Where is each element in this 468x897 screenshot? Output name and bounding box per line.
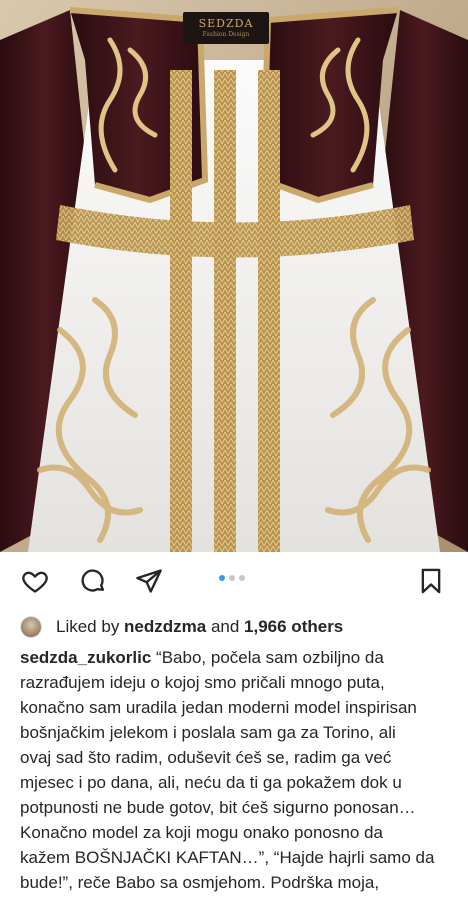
caption-line: ovaj sad što radim, oduševit ćeš se, rad…: [20, 748, 392, 767]
liker-avatar[interactable]: [20, 616, 42, 638]
caption-line: mjesec i po dana, ali, neću da ti ga pok…: [20, 773, 402, 792]
likes-others-link[interactable]: 1,966 others: [244, 617, 343, 637]
caption-line: konačno sam uradila jedan moderni model …: [20, 698, 417, 717]
kaftan-photo: [0, 0, 468, 552]
caption-username[interactable]: sedzda_zukorlic: [20, 648, 151, 667]
likes-middle: and: [206, 617, 245, 636]
caption-line: potpunosti ne bude gotov, bit ćeš sigurn…: [20, 798, 416, 817]
share-button[interactable]: [134, 566, 164, 596]
brand-label: SEDZDA: [198, 17, 254, 30]
heart-icon: [22, 571, 48, 593]
caption-line: sedzda_zukorlic “Babo, počela sam ozbilj…: [20, 645, 460, 670]
comment-button[interactable]: [78, 566, 108, 596]
carousel-dot: [239, 575, 245, 581]
brand-label-tag: SEDZDA Fashion Design: [183, 12, 269, 44]
caption-line: bude!”, reče Babo sa osmjehom. Podrška m…: [20, 873, 380, 892]
carousel-dot-active: [219, 575, 225, 581]
caption-line: kažem BOŠNJAČKI KAFTAN…”, “Hajde hajrli …: [20, 848, 435, 867]
caption-text: “Babo, počela sam ozbiljno da: [151, 648, 384, 667]
likes-row: Liked by nedzdzma and 1,966 others: [20, 614, 343, 640]
save-button[interactable]: [416, 566, 446, 596]
carousel-dot: [229, 575, 235, 581]
bookmark-icon: [421, 568, 441, 594]
caption-line: razrađujem ideju o kojoj smo pričali mno…: [20, 673, 385, 692]
liker-username[interactable]: nedzdzma: [124, 617, 206, 637]
send-icon: [136, 569, 162, 593]
comment-icon: [81, 569, 105, 592]
brand-sublabel: Fashion Design: [202, 31, 250, 38]
likes-prefix: Liked by: [56, 617, 125, 636]
like-button[interactable]: [20, 566, 50, 596]
carousel-indicator: [219, 575, 245, 581]
post-photo[interactable]: SEDZDA Fashion Design: [0, 0, 468, 552]
caption-line: bošnjačkim jelekom i poslala sam ga za T…: [20, 723, 396, 742]
caption-line: Konačno model za koji mogu onako ponosno…: [20, 823, 383, 842]
post-caption: sedzda_zukorlic “Babo, počela sam ozbilj…: [20, 645, 460, 895]
